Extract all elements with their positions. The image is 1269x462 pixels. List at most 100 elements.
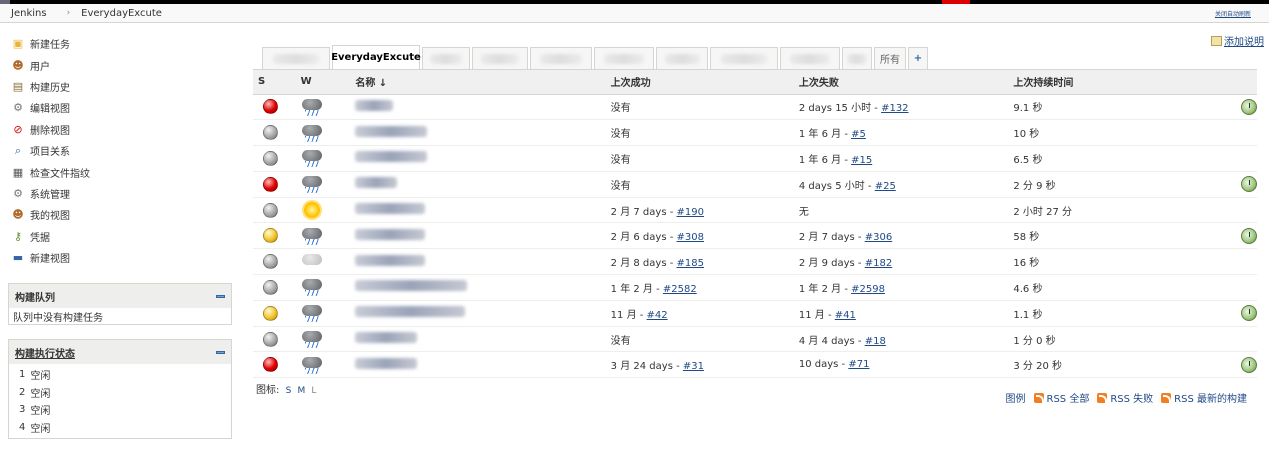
column-last-success[interactable]: 上次成功 [610,70,799,95]
schedule-build-icon[interactable] [1241,227,1257,244]
last-failure-build-link[interactable]: #132 [881,103,908,114]
last-success-build-link[interactable]: #31 [683,361,704,372]
build-queue-title[interactable]: 构建队列 [15,289,55,304]
last-success-text: 2 月 8 days - [610,258,677,270]
tab-view[interactable] [710,47,778,69]
schedule-build-icon[interactable] [1241,98,1257,115]
job-name-cell [355,145,611,172]
status-ball-icon[interactable] [263,331,278,347]
status-ball-icon[interactable] [263,99,278,115]
sidebar-item[interactable]: ⌕ 项目关系 [10,140,240,161]
collapse-icon[interactable] [216,350,225,354]
status-ball-icon[interactable] [263,305,278,321]
job-name-link-redacted[interactable] [355,99,394,111]
job-name-cell [355,197,611,224]
sidebar-item[interactable]: ▬ 新建视图 [10,247,240,268]
job-name-link-redacted[interactable] [355,280,468,292]
sidebar-item[interactable]: ▣ 新建任务 [10,33,240,54]
tab-everydayexcute[interactable]: EverydayExcute [331,45,421,69]
job-name-link-redacted[interactable] [355,125,428,137]
job-name-link-redacted[interactable] [355,306,466,318]
column-weather[interactable]: W [300,70,356,95]
last-success-build-link[interactable]: #185 [677,258,704,269]
schedule-build-cell [1151,248,1257,276]
last-failure-build-link[interactable]: #41 [835,310,856,321]
sidebar-item-label: 构建历史 [30,82,70,94]
status-ball-icon[interactable] [263,228,278,244]
sidebar-item[interactable]: ▦ 检查文件指纹 [10,161,240,182]
collapse-icon[interactable] [216,294,225,298]
status-ball-icon[interactable] [263,176,278,192]
job-name-link-redacted[interactable] [355,254,426,266]
add-view-tab[interactable]: + [908,47,928,69]
tab-view[interactable] [594,47,654,69]
executors-title[interactable]: 构建执行状态 [15,345,75,360]
status-ball-icon[interactable] [263,357,278,373]
icon-size-small[interactable]: S [286,386,292,396]
icon-size-medium[interactable]: M [297,386,305,396]
job-name-link-redacted[interactable] [355,357,418,369]
icon-size-large[interactable]: L [311,386,316,396]
sidebar-item[interactable]: ⚙ 系统管理 [10,183,240,204]
last-failure-build-link[interactable]: #15 [851,155,872,166]
last-success-build-link[interactable]: #42 [647,310,668,321]
last-success-build-link[interactable]: #190 [677,207,704,218]
auto-refresh-link[interactable]: 关闭自动刷新 [1215,9,1251,18]
column-last-failure[interactable]: 上次失败 [798,70,1014,95]
last-failure-build-link[interactable]: #71 [848,359,869,370]
last-success-build-link[interactable]: #308 [677,232,704,243]
tab-all[interactable]: 所有 [874,47,906,69]
gear-icon: ⚙ [13,101,23,115]
schedule-build-icon[interactable] [1241,305,1257,322]
column-status[interactable]: S [253,70,301,95]
tab-view[interactable] [472,47,528,69]
last-success-cell: 2 月 8 days - #185 [610,248,799,276]
column-name[interactable]: 名称 ↓ [355,70,611,95]
last-failure-build-link[interactable]: #2598 [851,284,885,295]
job-weather-cell [300,171,356,198]
tab-view[interactable] [262,47,330,69]
column-schedule [1151,70,1257,95]
status-ball-icon[interactable] [263,254,278,270]
tab-view[interactable] [780,47,840,69]
column-last-duration[interactable]: 上次持续时间 [1013,70,1151,95]
breadcrumb-current[interactable]: EverydayExcute [81,8,162,19]
legend-link[interactable]: 图例 [1006,390,1026,405]
status-ball-icon[interactable] [263,202,278,218]
job-status-cell [253,171,301,198]
last-failure-build-link[interactable]: #25 [875,181,896,192]
add-description-link[interactable]: 添加说明 [1211,33,1264,48]
schedule-build-icon[interactable] [1241,176,1257,193]
sidebar-item[interactable]: ⚙ 编辑视图 [10,97,240,118]
job-name-cell [355,274,611,301]
sidebar-item[interactable]: ▤ 构建历史 [10,76,240,97]
tab-view[interactable] [530,47,592,69]
job-name-link-redacted[interactable] [355,151,428,163]
job-name-link-redacted[interactable] [355,228,426,240]
rss-all-link[interactable]: RSS 全部 [1033,390,1089,405]
job-row: 没有 2 days 15 小时 - #132 9.1 秒 [253,94,1257,121]
rss-latest-link[interactable]: RSS 最新的构建 [1161,390,1247,405]
sidebar-item[interactable]: ⊘ 删除视图 [10,119,240,140]
last-failure-build-link[interactable]: #18 [865,336,886,347]
rss-failed-link[interactable]: RSS 失败 [1097,390,1153,405]
jobs-table: S W 名称 ↓ 上次成功 上次失败 上次持续时间 没有 2 days 15 小时… [253,70,1257,379]
tab-view[interactable] [842,47,872,69]
last-failure-build-link[interactable]: #306 [865,232,892,243]
job-name-link-redacted[interactable] [355,332,418,344]
last-failure-build-link[interactable]: #5 [851,129,866,140]
status-ball-icon[interactable] [263,125,278,141]
tab-view[interactable] [422,47,470,69]
last-success-build-link[interactable]: #2582 [663,284,697,295]
sidebar-item[interactable]: ☻ 我的视图 [10,204,240,225]
schedule-build-icon[interactable] [1241,356,1257,373]
job-name-link-redacted[interactable] [355,177,398,189]
job-name-link-redacted[interactable] [355,203,426,215]
status-ball-icon[interactable] [263,150,278,166]
status-ball-icon[interactable] [263,279,278,295]
last-failure-build-link[interactable]: #182 [865,258,892,269]
sidebar-item[interactable]: ⚷ 凭据 [10,226,240,247]
sidebar-item[interactable]: ☻ 用户 [10,54,240,75]
tab-view[interactable] [656,47,708,69]
breadcrumb-root[interactable]: Jenkins [11,8,47,19]
